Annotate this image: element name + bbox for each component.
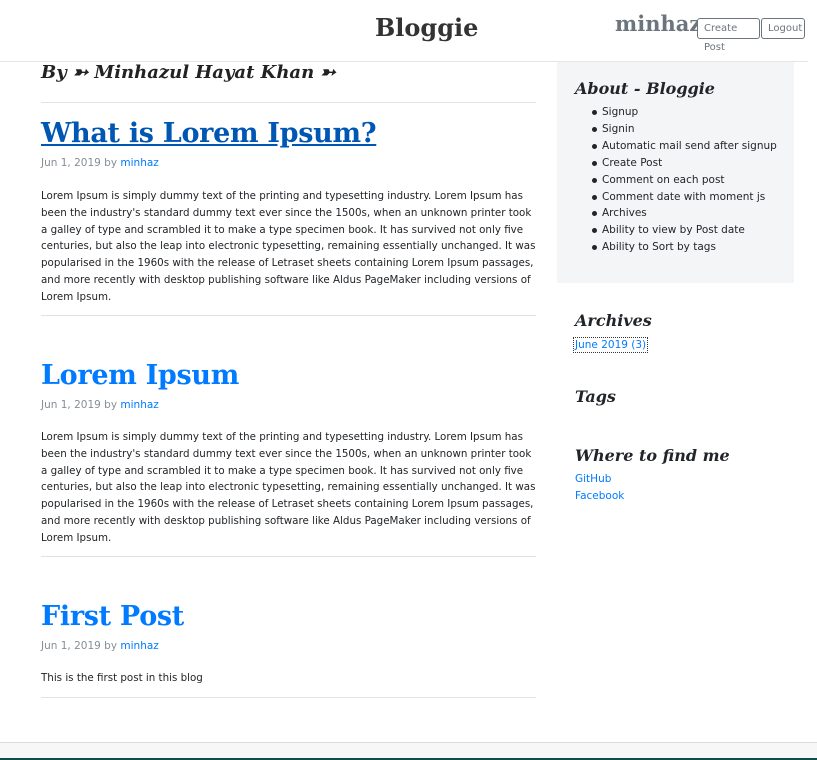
list-item: Signin <box>592 121 777 138</box>
site-brand[interactable]: Bloggie <box>375 13 478 42</box>
divider <box>41 315 536 316</box>
post-meta: Jun 1, 2019 by minhaz <box>41 640 159 652</box>
post-by: by <box>104 157 118 169</box>
post-meta: Jun 1, 2019 by minhaz <box>41 157 159 169</box>
post-by: by <box>104 640 118 652</box>
post-title-link[interactable]: What is Lorem Ipsum? <box>41 118 377 149</box>
post-by: by <box>104 399 118 411</box>
find-me-heading: Where to find me <box>575 446 730 465</box>
username-link[interactable]: minhaz <box>615 11 701 36</box>
post-author-link[interactable]: minhaz <box>120 399 158 411</box>
post-title-link[interactable]: First Post <box>41 601 184 632</box>
divider <box>41 556 536 557</box>
divider <box>41 697 536 698</box>
site-header: Bloggie minhaz Create Post Logout <box>0 0 808 62</box>
list-item: Create Post <box>592 155 777 172</box>
post-excerpt: Lorem Ipsum is simply dummy text of the … <box>41 431 536 544</box>
list-item: Automatic mail send after signup <box>592 138 777 155</box>
post-author-link[interactable]: minhaz <box>120 640 158 652</box>
list-item: Ability to view by Post date <box>592 222 777 239</box>
divider <box>41 102 536 103</box>
post-date: Jun 1, 2019 <box>41 640 101 652</box>
list-item: Comment on each post <box>592 172 777 189</box>
post-title-link[interactable]: Lorem Ipsum <box>41 360 239 391</box>
post-date: Jun 1, 2019 <box>41 399 101 411</box>
about-feature-list: Signup Signin Automatic mail send after … <box>592 104 777 256</box>
github-link[interactable]: GitHub <box>575 473 611 485</box>
author-byline: By ➳ Minhazul Hayat Khan ➳ <box>41 62 336 83</box>
post-excerpt: Lorem Ipsum is simply dummy text of the … <box>41 190 536 303</box>
facebook-link[interactable]: Facebook <box>575 490 624 502</box>
archives-heading: Archives <box>575 311 652 330</box>
logout-button[interactable]: Logout <box>761 18 805 39</box>
post-excerpt: This is the first post in this blog <box>41 672 203 684</box>
archive-month-link[interactable]: June 2019 (3) <box>573 337 649 353</box>
site-footer <box>0 742 817 760</box>
list-item: Comment date with moment js <box>592 189 777 206</box>
create-post-button[interactable]: Create Post <box>697 18 760 53</box>
post-author-link[interactable]: minhaz <box>120 157 158 169</box>
tags-heading: Tags <box>575 387 616 406</box>
about-heading: About - Bloggie <box>575 79 715 98</box>
list-item: Signup <box>592 104 777 121</box>
post-date: Jun 1, 2019 <box>41 157 101 169</box>
list-item: Ability to Sort by tags <box>592 239 777 256</box>
post-meta: Jun 1, 2019 by minhaz <box>41 399 159 411</box>
list-item: Archives <box>592 205 777 222</box>
